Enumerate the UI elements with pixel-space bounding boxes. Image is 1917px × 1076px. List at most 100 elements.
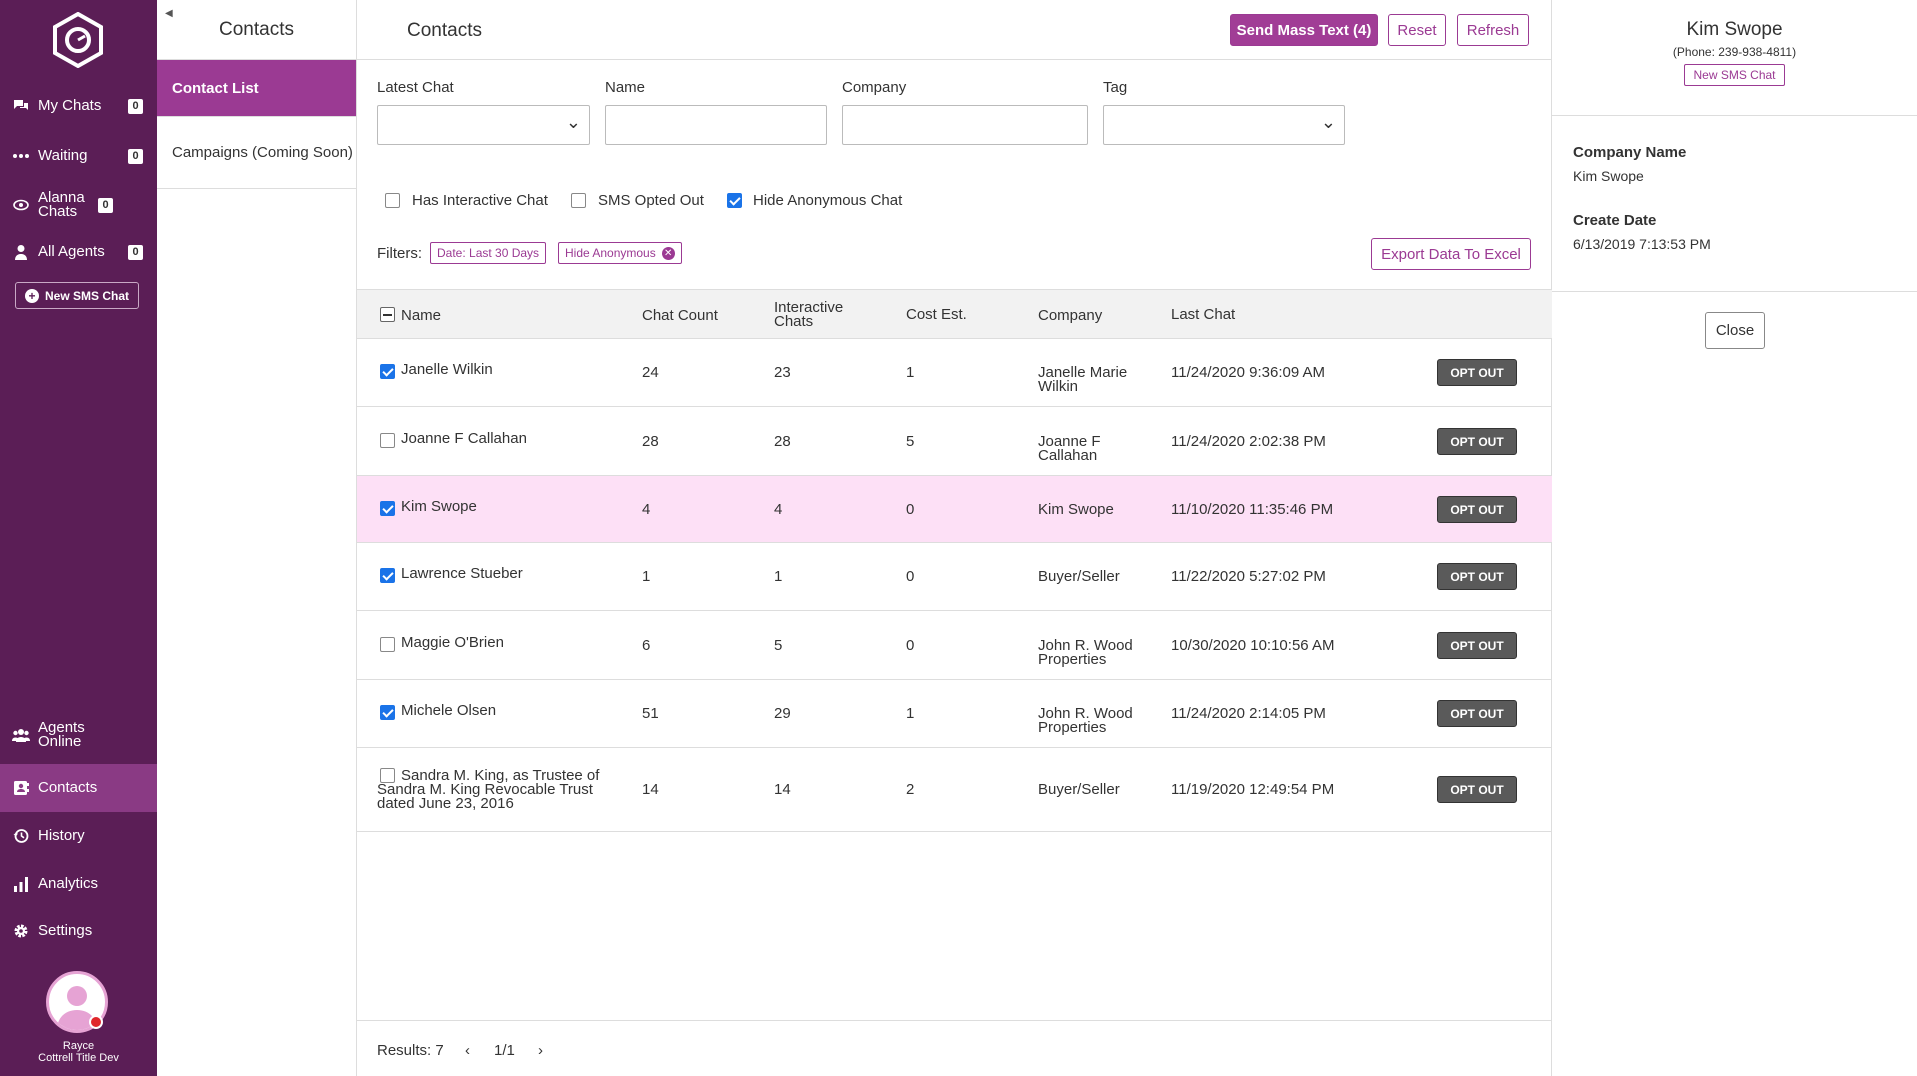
opt-out-button[interactable]: OPT OUT	[1437, 632, 1517, 659]
subnav-title: ◀ Contacts	[157, 0, 356, 60]
reset-button[interactable]: Reset	[1388, 14, 1446, 46]
nav-analytics[interactable]: Analytics	[0, 860, 157, 908]
nav-alanna-chats[interactable]: Alanna Chats 0	[0, 181, 157, 229]
ellipsis-icon	[12, 147, 30, 165]
chat-count-cell: 51	[642, 705, 659, 722]
nav-history[interactable]: History	[0, 812, 157, 860]
col-cost-est[interactable]: Cost Est.	[906, 307, 967, 322]
count-badge: 0	[98, 197, 113, 213]
filter-chip-date[interactable]: Date: Last 30 Days	[430, 242, 547, 264]
row-checkbox[interactable]	[380, 637, 395, 652]
cost-est-cell: 1	[906, 364, 915, 381]
prev-page-button[interactable]: ‹	[465, 1042, 470, 1059]
nav-agents-online[interactable]: Agents Online	[0, 711, 157, 759]
sms-opted-out-label: SMS Opted Out	[598, 192, 704, 209]
contact-name-cell: Kim Swope	[401, 498, 477, 515]
refresh-button[interactable]: Refresh	[1457, 14, 1529, 46]
contacts-subnav: ◀ Contacts Contact List Campaigns (Comin…	[157, 0, 357, 1076]
new-sms-chat-button[interactable]: + New SMS Chat	[15, 282, 139, 309]
col-last-chat[interactable]: Last Chat	[1171, 307, 1235, 322]
chat-count-cell: 24	[642, 364, 659, 381]
nav-label: All Agents	[38, 243, 105, 260]
sms-opted-out-checkbox[interactable]	[571, 193, 586, 208]
interactive-chats-cell: 5	[774, 637, 783, 654]
collapse-arrow-icon[interactable]: ◀	[165, 8, 173, 19]
last-chat-cell: 11/22/2020 5:27:02 PM	[1171, 568, 1326, 585]
chat-count-cell: 1	[642, 568, 651, 585]
name-input[interactable]	[605, 105, 827, 145]
contact-name-cell: Janelle Wilkin	[401, 361, 493, 378]
logo-icon	[53, 12, 103, 68]
count-badge: 0	[128, 244, 143, 260]
filter-chip-anonymous[interactable]: Hide Anonymous ✕	[558, 242, 682, 264]
row-checkbox[interactable]	[380, 433, 395, 448]
row-checkbox[interactable]	[380, 705, 395, 720]
table-header: Name Chat Count Interactive Chats Cost E…	[357, 289, 1552, 339]
opt-out-button[interactable]: OPT OUT	[1437, 563, 1517, 590]
last-chat-cell: 11/10/2020 11:35:46 PM	[1171, 501, 1334, 518]
gear-icon	[12, 922, 30, 940]
nav-label: Analytics	[38, 875, 99, 892]
next-page-button[interactable]: ›	[538, 1042, 543, 1059]
page-indicator: 1/1	[494, 1042, 515, 1059]
cost-est-cell: 2	[906, 781, 915, 798]
nav-label: Settings	[38, 922, 93, 939]
latest-chat-label: Latest Chat	[377, 79, 454, 96]
opt-out-button[interactable]: OPT OUT	[1437, 776, 1517, 803]
col-company[interactable]: Company	[1038, 308, 1102, 323]
company-cell: Kim Swope	[1038, 501, 1114, 518]
row-checkbox[interactable]	[380, 501, 395, 516]
tag-select[interactable]	[1103, 105, 1345, 145]
company-cell: Buyer/Seller	[1038, 568, 1120, 585]
contact-new-sms-button[interactable]: New SMS Chat	[1684, 64, 1785, 86]
interactive-chats-cell: 14	[774, 781, 791, 798]
col-interactive-chats[interactable]: Interactive Chats	[774, 300, 854, 329]
nav-waiting[interactable]: Waiting 0	[0, 132, 157, 180]
table-row[interactable]: Lawrence Stueber 1 1 0 Buyer/Seller 11/22/202…	[357, 543, 1552, 611]
table-row[interactable]: Sandra M. King, as Trustee of Sandra M. …	[357, 748, 1552, 832]
create-date-value: 6/13/2019 7:13:53 PM	[1573, 236, 1711, 252]
subnav-contact-list[interactable]: Contact List	[157, 60, 356, 117]
select-all-checkbox[interactable]	[380, 307, 395, 322]
interactive-chats-cell: 1	[774, 568, 783, 585]
results-count: Results: 7	[377, 1042, 444, 1059]
cost-est-cell: 0	[906, 568, 915, 585]
nav-my-chats[interactable]: My Chats 0	[0, 82, 157, 130]
opt-out-button[interactable]: OPT OUT	[1437, 428, 1517, 455]
table-row[interactable]: Maggie O'Brien 6 5 0 John R. Wood Properties…	[357, 611, 1552, 680]
subnav-campaigns[interactable]: Campaigns (Coming Soon)	[157, 117, 356, 189]
nav-contacts[interactable]: Contacts	[0, 764, 157, 812]
hide-anonymous-checkbox[interactable]	[727, 193, 742, 208]
company-cell: John R. Wood Properties	[1038, 637, 1133, 668]
cost-est-cell: 5	[906, 433, 915, 450]
remove-filter-icon[interactable]: ✕	[661, 246, 675, 260]
table-row[interactable]: Janelle Wilkin 24 23 1 Janelle Marie Wilkin 1…	[357, 339, 1552, 407]
has-interactive-label: Has Interactive Chat	[412, 192, 548, 209]
interactive-chats-cell: 4	[774, 501, 783, 518]
table-row[interactable]: Michele Olsen 51 29 1 John R. Wood Propertie…	[357, 680, 1552, 748]
latest-chat-select[interactable]	[377, 105, 590, 145]
opt-out-button[interactable]: OPT OUT	[1437, 700, 1517, 727]
nav-all-agents[interactable]: All Agents 0	[0, 228, 157, 276]
has-interactive-checkbox[interactable]	[385, 193, 400, 208]
last-chat-cell: 10/30/2020 10:10:56 AM	[1171, 637, 1335, 654]
table-row[interactable]: Joanne F Callahan 28 28 5 Joanne F Callahan 1…	[357, 407, 1552, 476]
nav-label: Contacts	[38, 779, 98, 796]
col-chat-count[interactable]: Chat Count	[642, 308, 718, 323]
table-row[interactable]: Kim Swope 4 4 0 Kim Swope 11/10/2020 11:35:46…	[357, 476, 1552, 543]
close-button[interactable]: Close	[1705, 312, 1765, 349]
opt-out-button[interactable]: OPT OUT	[1437, 496, 1517, 523]
history-icon	[12, 827, 30, 845]
company-input[interactable]	[842, 105, 1088, 145]
company-cell: Buyer/Seller	[1038, 781, 1120, 798]
contact-name-cell: Joanne F Callahan	[401, 430, 527, 447]
col-name[interactable]: Name	[401, 308, 441, 323]
page-title: Contacts	[407, 20, 482, 41]
row-checkbox[interactable]	[380, 364, 395, 379]
opt-out-button[interactable]: OPT OUT	[1437, 359, 1517, 386]
nav-settings[interactable]: Settings	[0, 907, 157, 955]
send-mass-text-button[interactable]: Send Mass Text (4)	[1230, 14, 1378, 46]
export-excel-button[interactable]: Export Data To Excel	[1371, 238, 1531, 270]
row-checkbox[interactable]	[380, 568, 395, 583]
company-cell: John R. Wood Properties	[1038, 705, 1133, 736]
